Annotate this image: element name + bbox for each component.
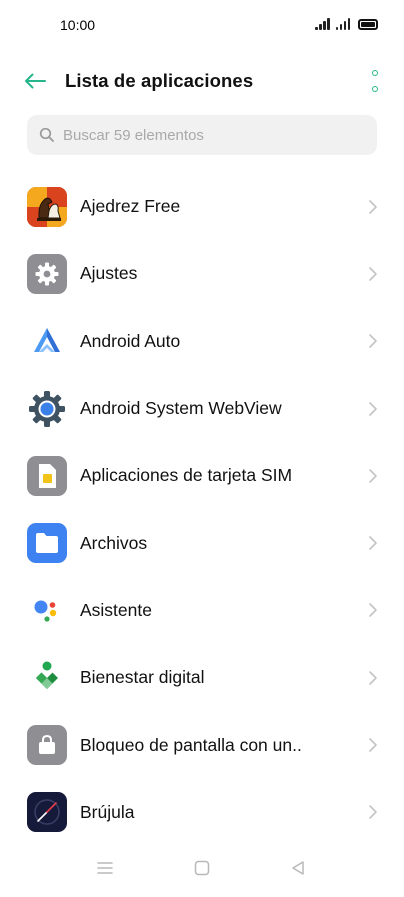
back-arrow-icon bbox=[25, 73, 46, 89]
list-item-android-system-webview[interactable]: Android System WebView bbox=[0, 375, 404, 442]
app-list: Ajedrez Free Ajustes Android Auto Androi… bbox=[0, 173, 404, 846]
app-label: Android System WebView bbox=[80, 398, 282, 419]
android-auto-icon bbox=[27, 321, 67, 361]
webview-gear-icon bbox=[27, 389, 67, 429]
status-icons bbox=[315, 18, 378, 30]
system-navigation-bar bbox=[0, 841, 404, 897]
chevron-right-icon bbox=[369, 536, 377, 550]
compass-icon bbox=[27, 792, 67, 833]
sim-card-icon bbox=[27, 455, 67, 496]
app-header: Lista de aplicaciones bbox=[0, 60, 404, 102]
home-square-icon bbox=[194, 860, 210, 876]
app-label: Ajustes bbox=[80, 263, 138, 284]
list-item-ajustes[interactable]: Ajustes bbox=[0, 240, 404, 307]
app-label: Brújula bbox=[80, 801, 135, 822]
folder-icon bbox=[27, 523, 67, 564]
back-triangle-icon bbox=[292, 861, 304, 875]
app-label: Ajedrez Free bbox=[80, 196, 181, 217]
chevron-right-icon bbox=[369, 469, 377, 483]
list-item-bienestar-digital[interactable]: Bienestar digital bbox=[0, 644, 404, 711]
page-title: Lista de aplicaciones bbox=[65, 70, 254, 91]
digital-wellbeing-icon bbox=[27, 658, 67, 698]
back-nav-button[interactable] bbox=[285, 855, 311, 881]
app-label: Bienestar digital bbox=[80, 667, 205, 688]
chevron-right-icon bbox=[369, 199, 377, 214]
chevron-right-icon bbox=[369, 670, 377, 685]
app-label: Asistente bbox=[80, 599, 152, 620]
back-button[interactable] bbox=[20, 66, 50, 96]
chevron-right-icon bbox=[369, 603, 377, 618]
lock-bag-icon bbox=[27, 725, 67, 766]
more-dot-icon bbox=[372, 70, 378, 76]
status-time: 10:00 bbox=[60, 17, 96, 33]
list-item-bloqueo-pantalla[interactable]: Bloqueo de pantalla con un.. bbox=[0, 711, 404, 778]
list-item-aplicaciones-tarjeta-sim[interactable]: Aplicaciones de tarjeta SIM bbox=[0, 442, 404, 509]
app-label: Aplicaciones de tarjeta SIM bbox=[80, 465, 293, 486]
app-label: Bloqueo de pantalla con un.. bbox=[80, 734, 302, 755]
more-options-button[interactable] bbox=[368, 70, 382, 92]
app-label: Android Auto bbox=[80, 330, 181, 351]
signal-icon bbox=[315, 18, 330, 30]
search-icon bbox=[39, 127, 54, 142]
list-item-asistente[interactable]: Asistente bbox=[0, 577, 404, 644]
more-dot-icon bbox=[372, 86, 378, 92]
recents-button[interactable] bbox=[92, 855, 118, 881]
home-button[interactable] bbox=[189, 855, 215, 881]
list-item-ajedrez-free[interactable]: Ajedrez Free bbox=[0, 173, 404, 240]
list-item-android-auto[interactable]: Android Auto bbox=[0, 308, 404, 375]
signal-icon-2 bbox=[335, 18, 350, 30]
list-item-archivos[interactable]: Archivos bbox=[0, 509, 404, 576]
app-label: Archivos bbox=[80, 532, 148, 553]
search-bar[interactable] bbox=[27, 115, 377, 155]
chevron-right-icon bbox=[369, 738, 377, 752]
chess-app-icon bbox=[27, 186, 67, 227]
menu-lines-icon bbox=[97, 862, 113, 874]
chevron-right-icon bbox=[369, 267, 377, 281]
battery-icon bbox=[358, 19, 378, 30]
list-item-brujula[interactable]: Brújula bbox=[0, 779, 404, 846]
search-input[interactable] bbox=[63, 126, 353, 144]
chevron-right-icon bbox=[369, 401, 377, 416]
assistant-icon bbox=[27, 590, 67, 630]
chevron-right-icon bbox=[369, 805, 377, 820]
status-bar: 10:00 bbox=[0, 0, 404, 52]
settings-gear-icon bbox=[27, 253, 67, 294]
chevron-right-icon bbox=[369, 334, 377, 349]
